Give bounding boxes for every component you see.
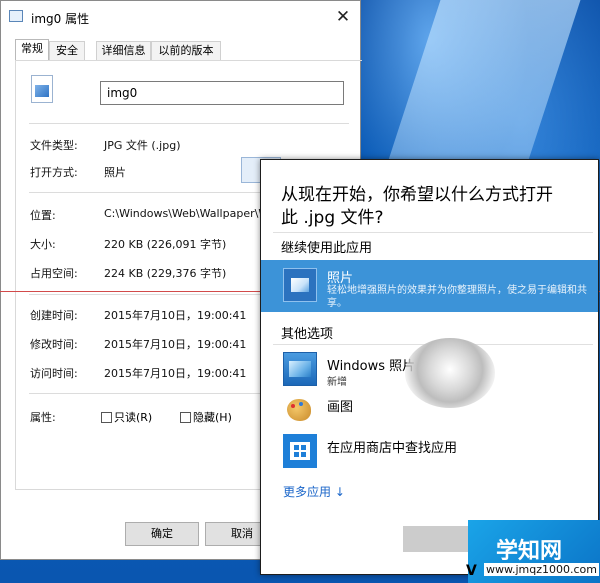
accessed-value: 2015年7月10日，19:00:41 xyxy=(104,367,247,380)
divider xyxy=(29,123,349,124)
checkbox-box[interactable] xyxy=(101,412,112,423)
hidden-checkbox[interactable]: 隐藏(H) xyxy=(180,409,232,425)
other-options-heading: 其他选项 xyxy=(281,327,334,342)
windows-photo-viewer-icon xyxy=(283,352,317,386)
paint-icon xyxy=(283,393,317,427)
store-icon xyxy=(283,434,317,468)
app-name: 画图 xyxy=(327,400,354,415)
ok-button[interactable]: 确定 xyxy=(125,522,199,546)
app-name: Windows 照片 xyxy=(327,359,416,374)
created-value: 2015年7月10日，19:00:41 xyxy=(104,309,247,322)
selected-app-photos[interactable]: 照片 轻松地增强照片的效果并为你整理照片，使之易于编辑和共享。 xyxy=(261,260,598,312)
file-type-label: 文件类型: xyxy=(30,139,78,152)
divider xyxy=(273,232,593,233)
watermark-leading-char: V xyxy=(466,563,477,579)
created-label: 创建时间: xyxy=(30,309,78,322)
accessed-label: 访问时间: xyxy=(30,367,78,380)
readonly-checkbox[interactable]: 只读(R) xyxy=(101,409,152,425)
tab-previous-versions[interactable]: 以前的版本 xyxy=(151,41,221,60)
file-name-input[interactable] xyxy=(100,81,344,105)
watermark-site-name: 学知网 xyxy=(496,539,563,564)
selected-app-description: 轻松地增强照片的效果并为你整理照片，使之易于编辑和共享。 xyxy=(327,285,587,309)
attributes-label: 属性: xyxy=(30,411,56,424)
jpg-file-icon xyxy=(31,75,53,103)
location-value: C:\Windows\Web\Wallpaper\Wi xyxy=(104,207,273,220)
dialog-title: img0 属性 xyxy=(31,12,90,26)
keep-using-heading: 继续使用此应用 xyxy=(281,241,373,256)
app-item-store[interactable]: 在应用商店中查找应用 xyxy=(261,434,598,474)
app-name: 在应用商店中查找应用 xyxy=(327,441,458,456)
modified-label: 修改时间: xyxy=(30,338,78,351)
watermark-url: www.jmqz1000.com xyxy=(484,563,599,576)
tab-security[interactable]: 安全 xyxy=(49,41,85,60)
size-label: 大小: xyxy=(30,238,56,251)
checkbox-box[interactable] xyxy=(180,412,191,423)
modified-value: 2015年7月10日，19:00:41 xyxy=(104,338,247,351)
photos-icon xyxy=(283,268,317,302)
title-bar[interactable]: img0 属性 ✕ xyxy=(1,1,360,33)
app-new-badge: 新增 xyxy=(327,377,347,388)
readonly-label: 只读(R) xyxy=(114,411,153,424)
close-button[interactable]: ✕ xyxy=(328,4,358,30)
flyout-question-line-1: 从现在开始，你希望以什么方式打开 xyxy=(281,185,553,205)
file-type-value: JPG 文件 (.jpg) xyxy=(104,139,181,152)
more-apps-link[interactable]: 更多应用 ↓ xyxy=(283,483,345,500)
flyout-question-line-2: 此 .jpg 文件? xyxy=(281,208,384,228)
location-label: 位置: xyxy=(30,209,56,222)
open-with-label: 打开方式: xyxy=(30,166,78,179)
disk-size-value: 224 KB (229,376 字节) xyxy=(104,267,227,280)
file-title-icon xyxy=(9,10,23,22)
tab-general[interactable]: 常规 xyxy=(15,39,49,60)
hidden-label: 隐藏(H) xyxy=(193,411,232,424)
size-value: 220 KB (226,091 字节) xyxy=(104,238,227,251)
open-with-value: 照片 xyxy=(104,166,126,179)
watermark-blob xyxy=(405,338,495,408)
tab-details[interactable]: 详细信息 xyxy=(96,41,151,60)
disk-size-label: 占用空间: xyxy=(30,267,78,280)
